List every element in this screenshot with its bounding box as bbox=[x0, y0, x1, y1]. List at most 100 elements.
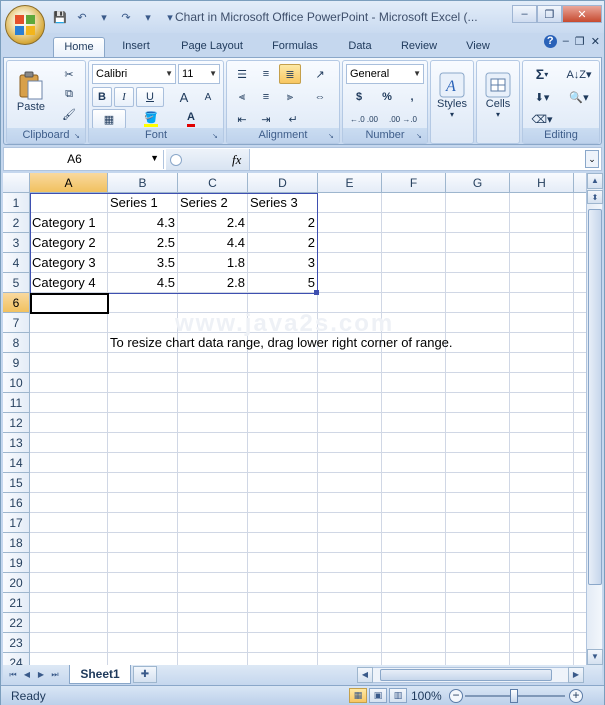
cell-e9[interactable] bbox=[318, 353, 382, 373]
cell-g18[interactable] bbox=[446, 533, 510, 553]
cell-g14[interactable] bbox=[446, 453, 510, 473]
currency-button[interactable]: $ bbox=[346, 87, 372, 107]
cell-c1[interactable]: Series 2 bbox=[178, 193, 248, 213]
cell-c5[interactable]: 2.8 bbox=[178, 273, 248, 293]
row-header-4[interactable]: 4 bbox=[3, 253, 30, 273]
cell-a16[interactable] bbox=[30, 493, 108, 513]
cell-b7[interactable] bbox=[108, 313, 178, 333]
ribbon-restore-button[interactable]: ❐ bbox=[575, 35, 585, 48]
styles-button[interactable]: A Styles ▾ bbox=[433, 64, 471, 126]
percent-button[interactable]: % bbox=[376, 87, 398, 107]
cell-b6[interactable] bbox=[108, 293, 178, 313]
cell-b18[interactable] bbox=[108, 533, 178, 553]
cell-e17[interactable] bbox=[318, 513, 382, 533]
cell-g10[interactable] bbox=[446, 373, 510, 393]
grow-font-button[interactable]: A bbox=[173, 87, 195, 107]
cell-a21[interactable] bbox=[30, 593, 108, 613]
cell-g1[interactable] bbox=[446, 193, 510, 213]
increase-indent-icon[interactable]: ⇥ bbox=[255, 109, 277, 129]
cell-f24[interactable] bbox=[382, 653, 446, 665]
number-launcher-icon[interactable]: ↘ bbox=[416, 132, 425, 141]
undo-dropdown-icon[interactable]: ▾ bbox=[95, 9, 113, 25]
cell-h13[interactable] bbox=[510, 433, 574, 453]
sort-filter-icon[interactable]: A↓Z▾ bbox=[561, 64, 597, 84]
clipboard-launcher-icon[interactable]: ↘ bbox=[74, 132, 83, 141]
formula-bar-handle-icon[interactable] bbox=[170, 154, 182, 166]
cell-g21[interactable] bbox=[446, 593, 510, 613]
cell-h21[interactable] bbox=[510, 593, 574, 613]
cell-g2[interactable] bbox=[446, 213, 510, 233]
cell-a11[interactable] bbox=[30, 393, 108, 413]
cell-c19[interactable] bbox=[178, 553, 248, 573]
cell-f4[interactable] bbox=[382, 253, 446, 273]
cell-f19[interactable] bbox=[382, 553, 446, 573]
cell-b22[interactable] bbox=[108, 613, 178, 633]
cell-d24[interactable] bbox=[248, 653, 318, 665]
number-format-select[interactable]: General ▼ bbox=[346, 64, 424, 84]
cell-h23[interactable] bbox=[510, 633, 574, 653]
cell-d13[interactable] bbox=[248, 433, 318, 453]
cells-button[interactable]: Cells ▾ bbox=[479, 64, 517, 126]
cell-b12[interactable] bbox=[108, 413, 178, 433]
row-header-15[interactable]: 15 bbox=[3, 473, 30, 493]
cell-c22[interactable] bbox=[178, 613, 248, 633]
cell-e2[interactable] bbox=[318, 213, 382, 233]
font-family-select[interactable]: Calibri ▼ bbox=[92, 64, 176, 84]
wrap-text-icon[interactable]: ↵ bbox=[279, 109, 307, 129]
cell-e21[interactable] bbox=[318, 593, 382, 613]
column-header-e[interactable]: E bbox=[318, 173, 382, 193]
row-header-21[interactable]: 21 bbox=[3, 593, 30, 613]
name-box[interactable]: A6 ▼ bbox=[6, 150, 164, 169]
ribbon-close-button[interactable]: ✕ bbox=[591, 35, 600, 48]
cell-e24[interactable] bbox=[318, 653, 382, 665]
cell-g23[interactable] bbox=[446, 633, 510, 653]
vertical-scrollbar[interactable]: ▲ ⬍ ▼ bbox=[586, 173, 603, 665]
cell-a18[interactable] bbox=[30, 533, 108, 553]
cell-b14[interactable] bbox=[108, 453, 178, 473]
cell-a4[interactable]: Category 3 bbox=[30, 253, 108, 273]
last-sheet-icon[interactable]: ⏭ bbox=[49, 668, 61, 682]
row-header-16[interactable]: 16 bbox=[3, 493, 30, 513]
cell-c7[interactable] bbox=[178, 313, 248, 333]
row-header-2[interactable]: 2 bbox=[3, 213, 30, 233]
cell-f22[interactable] bbox=[382, 613, 446, 633]
cell-g15[interactable] bbox=[446, 473, 510, 493]
row-header-12[interactable]: 12 bbox=[3, 413, 30, 433]
sheet-tab-sheet1[interactable]: Sheet1 bbox=[69, 665, 131, 684]
cell-a6[interactable] bbox=[30, 293, 108, 313]
zoom-slider-thumb[interactable] bbox=[510, 689, 518, 703]
tab-page-layout[interactable]: Page Layout bbox=[171, 37, 253, 57]
horizontal-scroll-thumb[interactable] bbox=[380, 669, 552, 681]
decrease-decimal-button[interactable]: .00 →.0 bbox=[385, 109, 421, 129]
row-header-18[interactable]: 18 bbox=[3, 533, 30, 553]
redo-dropdown-icon[interactable]: ▾ bbox=[139, 9, 157, 25]
cell-f2[interactable] bbox=[382, 213, 446, 233]
cell-h15[interactable] bbox=[510, 473, 574, 493]
cell-c3[interactable]: 4.4 bbox=[178, 233, 248, 253]
cell-h8[interactable] bbox=[510, 333, 574, 353]
cell-c14[interactable] bbox=[178, 453, 248, 473]
cell-d17[interactable] bbox=[248, 513, 318, 533]
cell-h18[interactable] bbox=[510, 533, 574, 553]
row-header-10[interactable]: 10 bbox=[3, 373, 30, 393]
italic-button[interactable]: I bbox=[114, 87, 134, 107]
cell-b23[interactable] bbox=[108, 633, 178, 653]
tab-formulas[interactable]: Formulas bbox=[263, 37, 327, 57]
cell-g24[interactable] bbox=[446, 653, 510, 665]
column-header-b[interactable]: B bbox=[108, 173, 178, 193]
zoom-out-button[interactable]: − bbox=[449, 689, 463, 703]
cell-d3[interactable]: 2 bbox=[248, 233, 318, 253]
cell-a14[interactable] bbox=[30, 453, 108, 473]
cell-g17[interactable] bbox=[446, 513, 510, 533]
cell-h12[interactable] bbox=[510, 413, 574, 433]
copy-icon[interactable]: ⧉ bbox=[57, 85, 81, 103]
cell-g16[interactable] bbox=[446, 493, 510, 513]
cell-e3[interactable] bbox=[318, 233, 382, 253]
column-header-h[interactable]: H bbox=[510, 173, 574, 193]
cell-e20[interactable] bbox=[318, 573, 382, 593]
cell-b15[interactable] bbox=[108, 473, 178, 493]
cell-c20[interactable] bbox=[178, 573, 248, 593]
cell-e6[interactable] bbox=[318, 293, 382, 313]
cell-b1[interactable]: Series 1 bbox=[108, 193, 178, 213]
cell-a20[interactable] bbox=[30, 573, 108, 593]
